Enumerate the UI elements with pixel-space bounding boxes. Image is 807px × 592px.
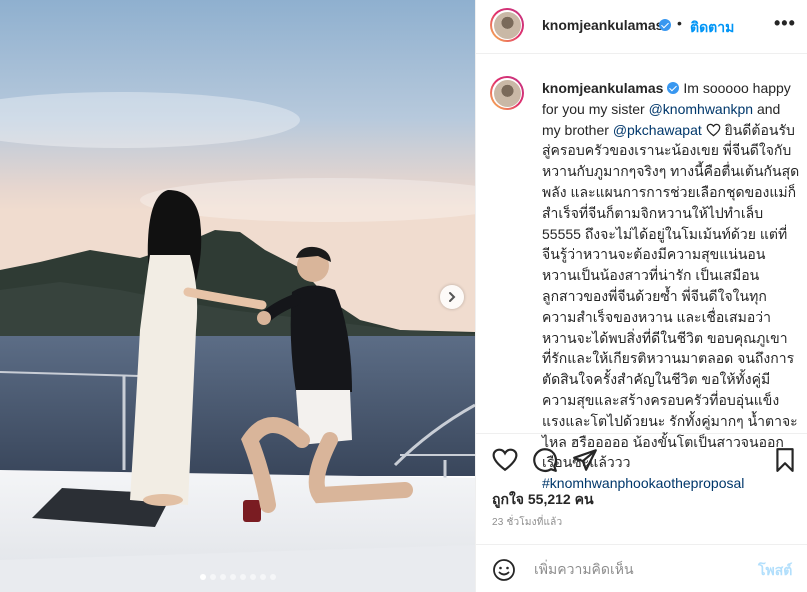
follow-button[interactable]: ติดตาม (690, 17, 734, 39)
separator-dot: • (677, 15, 682, 31)
comment-icon[interactable] (532, 447, 558, 473)
likes-count[interactable]: ถูกใจ 55,212 คน (492, 489, 594, 511)
post-timestamp[interactable]: 23 ชั่วโมงที่แล้ว (492, 515, 562, 530)
carousel-dot (239, 574, 246, 580)
post-photo[interactable] (0, 0, 475, 592)
post-caption: knomjeankulamas Im sooooo happy for you m… (542, 78, 800, 494)
carousel-dot (229, 574, 236, 580)
proposal-photo-image (0, 0, 475, 592)
add-comment-bar: โพสต์ (476, 544, 807, 592)
heart-outline-icon (706, 123, 721, 137)
post-comment-button[interactable]: โพสต์ (758, 560, 792, 582)
post-header: knomjeankulamas • ติดตาม ••• (476, 0, 807, 54)
action-bar (476, 434, 807, 486)
verified-badge-icon (659, 19, 671, 31)
carousel-indicators (0, 574, 475, 580)
carousel-dot (259, 574, 266, 580)
heart-icon[interactable] (492, 447, 518, 473)
mention-link[interactable]: @knomhwankpn (649, 101, 754, 117)
verified-badge-icon (667, 82, 680, 94)
carousel-dot (269, 574, 276, 580)
author-avatar[interactable] (490, 8, 524, 42)
more-options-button[interactable]: ••• (774, 13, 796, 34)
bookmark-icon[interactable] (772, 447, 798, 473)
author-username[interactable]: knomjeankulamas (542, 17, 663, 33)
instagram-post: knomjeankulamas • ติดตาม ••• knomjeankul… (0, 0, 807, 592)
carousel-dot (199, 574, 206, 580)
next-slide-button[interactable] (440, 285, 464, 309)
mention-link[interactable]: @pkchawapat (613, 122, 702, 138)
paper-plane-icon[interactable] (572, 447, 598, 473)
chevron-right-icon (449, 292, 456, 302)
carousel-dot (219, 574, 226, 580)
comment-input[interactable] (532, 553, 756, 585)
caption-text: ยินดีต้อนรับสู่ครอบครัวของเรานะน้องเขย พ… (542, 121, 800, 471)
smiley-icon[interactable] (492, 558, 516, 582)
carousel-dot (249, 574, 256, 580)
caption-author-username[interactable]: knomjeankulamas (542, 80, 663, 96)
caption-area: knomjeankulamas Im sooooo happy for you m… (476, 54, 807, 491)
caption-author-avatar[interactable] (490, 76, 524, 110)
post-panel: knomjeankulamas • ติดตาม ••• knomjeankul… (475, 0, 807, 592)
carousel-dot (209, 574, 216, 580)
